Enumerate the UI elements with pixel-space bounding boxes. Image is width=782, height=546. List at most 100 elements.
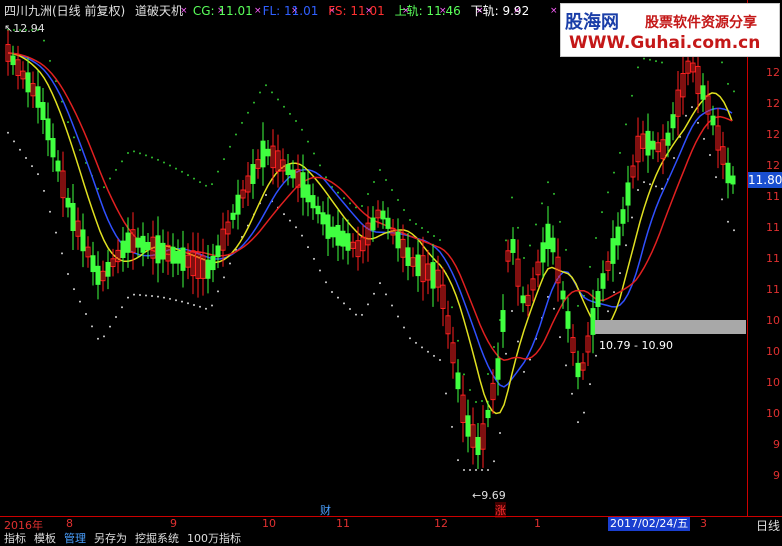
- candle-body: [310, 195, 316, 209]
- candle-body: [565, 311, 571, 329]
- lower-band-dot: [379, 282, 381, 285]
- upper-band-dot: [625, 123, 627, 126]
- cg-value: CG: 11.01: [192, 4, 253, 18]
- upper-band-dot: [205, 184, 207, 187]
- candle-body: [560, 290, 566, 300]
- lower-band-dot: [403, 326, 405, 329]
- price-tick: 10: [766, 314, 780, 327]
- lower-band-dot: [619, 272, 621, 275]
- menu-item[interactable]: 另存为: [90, 531, 131, 546]
- candle-body: [485, 409, 491, 419]
- candle-body: [285, 164, 291, 176]
- candle-body: [595, 291, 601, 307]
- upper-band-dot: [307, 140, 309, 143]
- lower-band-dot: [523, 370, 525, 373]
- high-price-mark: ↖12.94: [4, 22, 45, 35]
- candle-body: [95, 265, 101, 285]
- candle-body: [40, 102, 46, 120]
- lower-band-dot: [115, 315, 117, 318]
- candle-body: [730, 175, 736, 185]
- lower-band-dot: [607, 310, 609, 313]
- lower-band-dot: [319, 269, 321, 272]
- lower-band-dot: [301, 234, 303, 237]
- upper-band-dot: [487, 373, 489, 375]
- upper-band-dot: [109, 177, 111, 180]
- price-tick: 10: [766, 407, 780, 420]
- upper-band-value: 上轨: 11.46: [394, 4, 461, 18]
- menu-item[interactable]: 模板: [30, 531, 60, 546]
- lower-band-dot: [91, 325, 93, 328]
- lower-band-dot: [613, 291, 615, 294]
- lower-band-dot: [229, 262, 231, 265]
- upper-band-dot: [547, 181, 549, 184]
- candle-body: [160, 242, 166, 260]
- upper-band-dot: [283, 105, 285, 108]
- lower-band-dot: [415, 341, 417, 344]
- price-tick: 11: [766, 252, 780, 265]
- lower-band-dot: [703, 137, 705, 140]
- upper-band-dot: [367, 193, 369, 195]
- lower-band-dot: [283, 213, 285, 216]
- bottom-menu: 指标 模板 管理 另存为 挖掘系统 100万指标: [0, 531, 782, 546]
- candle-body: [455, 372, 461, 390]
- lower-band-dot: [211, 304, 213, 307]
- menu-item[interactable]: 100万指标: [183, 531, 245, 546]
- lower-band-dot: [157, 295, 159, 298]
- candle-body: [725, 162, 731, 184]
- lower-band-dot: [433, 354, 435, 357]
- menu-item[interactable]: 挖掘系统: [131, 531, 183, 546]
- lower-band-dot: [193, 303, 195, 306]
- candle-body: [230, 212, 236, 220]
- upper-band-dot: [607, 191, 609, 194]
- lower-band-dot: [55, 231, 57, 234]
- upper-band-dot: [511, 196, 513, 199]
- lower-band-dot: [643, 181, 645, 184]
- candle-body: [145, 241, 151, 251]
- time-tick: 9: [170, 517, 177, 530]
- lower-band-dot: [571, 392, 573, 395]
- candle-body: [620, 209, 626, 224]
- lower-band-dot: [445, 392, 447, 395]
- candle-body: [300, 172, 306, 198]
- lower-band-dot: [577, 421, 579, 424]
- lower-band-dot: [409, 337, 411, 340]
- lower-band-dot: [487, 469, 489, 471]
- candle-body: [170, 246, 176, 264]
- upper-band-dot: [505, 239, 507, 242]
- upper-band-dot: [451, 306, 453, 309]
- candle-body: [45, 118, 51, 141]
- lower-band-dot: [625, 244, 627, 247]
- lower-band-dot: [31, 165, 33, 168]
- candle-body: [80, 229, 86, 252]
- upper-band-dot: [265, 84, 267, 87]
- kline-chart[interactable]: × × × × × × × × × × ×: [0, 0, 782, 546]
- candle-body: [315, 205, 321, 215]
- upper-band-dot: [313, 152, 315, 155]
- candle-body: [10, 55, 16, 66]
- upper-band-dot: [175, 167, 177, 170]
- upper-band-dot: [325, 176, 327, 179]
- lower-band-dot: [61, 252, 63, 255]
- logo-main: 股海网: [565, 12, 619, 33]
- lower-band-dot: [85, 313, 87, 316]
- lower-band-dot: [109, 325, 111, 328]
- logo-url: WWW.Guhai.com.cn: [569, 33, 761, 53]
- lower-band-dot: [439, 358, 441, 361]
- menu-item[interactable]: 指标: [0, 531, 30, 546]
- upper-band-dot: [79, 149, 81, 152]
- upper-band-dot: [457, 339, 459, 342]
- price-tick: 11: [766, 221, 780, 234]
- upper-band-dot: [67, 121, 69, 124]
- indicator-name: 道破天机: [135, 4, 184, 18]
- lower-band-dot: [181, 300, 183, 303]
- upper-band-dot: [517, 226, 519, 229]
- lower-band-dot: [25, 157, 27, 160]
- upper-band-dot: [319, 164, 321, 167]
- upper-band-dot: [199, 181, 201, 184]
- upper-band-dot: [43, 39, 45, 42]
- menu-item[interactable]: 管理: [60, 531, 90, 546]
- price-tick: 12: [766, 128, 780, 141]
- candle-body: [475, 436, 481, 456]
- upper-band-dot: [577, 304, 579, 307]
- lower-band-dot: [79, 300, 81, 303]
